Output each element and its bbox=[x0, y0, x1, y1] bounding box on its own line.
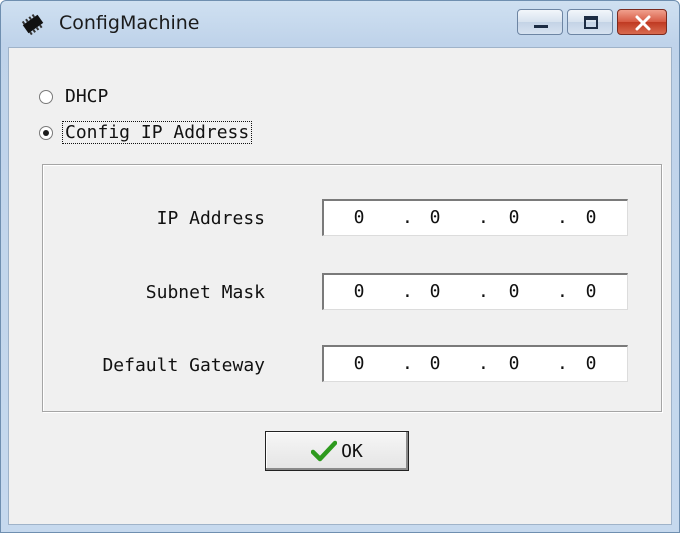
caption-buttons bbox=[513, 9, 667, 35]
minimize-button[interactable] bbox=[517, 9, 563, 35]
mask-octet-2[interactable]: 0 bbox=[420, 281, 450, 302]
separator-dot: . bbox=[478, 281, 489, 302]
dhcp-option[interactable]: DHCP bbox=[39, 86, 110, 107]
default-gateway-label: Default Gateway bbox=[102, 355, 265, 376]
separator-dot: . bbox=[557, 207, 568, 228]
subnet-mask-label: Subnet Mask bbox=[145, 282, 265, 303]
default-gateway-input[interactable]: 0 . 0 . 0 . 0 bbox=[322, 345, 628, 382]
maximize-button[interactable] bbox=[567, 9, 613, 35]
config-machine-window: ConfigMachine DHCP Config IP Address IP … bbox=[0, 0, 680, 533]
separator-dot: . bbox=[557, 281, 568, 302]
separator-dot: . bbox=[478, 207, 489, 228]
dialog-client-area: DHCP Config IP Address IP Address 0 . 0 … bbox=[8, 47, 672, 525]
ip-octet-3[interactable]: 0 bbox=[499, 207, 529, 228]
separator-dot: . bbox=[402, 207, 413, 228]
title-bar[interactable]: ConfigMachine bbox=[1, 1, 679, 47]
ok-button[interactable]: OK bbox=[265, 431, 409, 471]
close-icon bbox=[635, 15, 651, 31]
mask-octet-3[interactable]: 0 bbox=[499, 281, 529, 302]
mask-octet-4[interactable]: 0 bbox=[576, 281, 606, 302]
separator-dot: . bbox=[478, 353, 489, 374]
gateway-octet-1[interactable]: 0 bbox=[344, 353, 374, 374]
minimize-icon bbox=[534, 25, 548, 28]
dhcp-radio[interactable] bbox=[39, 89, 53, 104]
checkmark-icon bbox=[311, 440, 338, 462]
ok-label: OK bbox=[341, 440, 363, 462]
separator-dot: . bbox=[557, 353, 568, 374]
window-title: ConfigMachine bbox=[59, 12, 200, 34]
circuit-chip-icon bbox=[21, 14, 44, 36]
ip-octet-2[interactable]: 0 bbox=[420, 207, 450, 228]
gateway-octet-3[interactable]: 0 bbox=[499, 353, 529, 374]
config-ip-label[interactable]: Config IP Address bbox=[61, 121, 253, 144]
ip-octet-4[interactable]: 0 bbox=[576, 207, 606, 228]
mask-octet-1[interactable]: 0 bbox=[344, 281, 374, 302]
separator-dot: . bbox=[402, 281, 413, 302]
separator-dot: . bbox=[402, 353, 413, 374]
gateway-octet-2[interactable]: 0 bbox=[420, 353, 450, 374]
subnet-mask-input[interactable]: 0 . 0 . 0 . 0 bbox=[322, 273, 628, 310]
ip-settings-group: IP Address 0 . 0 . 0 . 0 Subnet Mask 0 .… bbox=[42, 164, 662, 412]
gateway-octet-4[interactable]: 0 bbox=[576, 353, 606, 374]
dhcp-label[interactable]: DHCP bbox=[63, 86, 110, 107]
ip-octet-1[interactable]: 0 bbox=[344, 207, 374, 228]
config-ip-radio[interactable] bbox=[39, 125, 53, 140]
maximize-icon bbox=[584, 16, 598, 29]
close-button[interactable] bbox=[617, 9, 667, 35]
ip-address-label: IP Address bbox=[156, 208, 265, 229]
config-ip-option[interactable]: Config IP Address bbox=[39, 121, 253, 144]
ip-address-input[interactable]: 0 . 0 . 0 . 0 bbox=[322, 199, 628, 236]
